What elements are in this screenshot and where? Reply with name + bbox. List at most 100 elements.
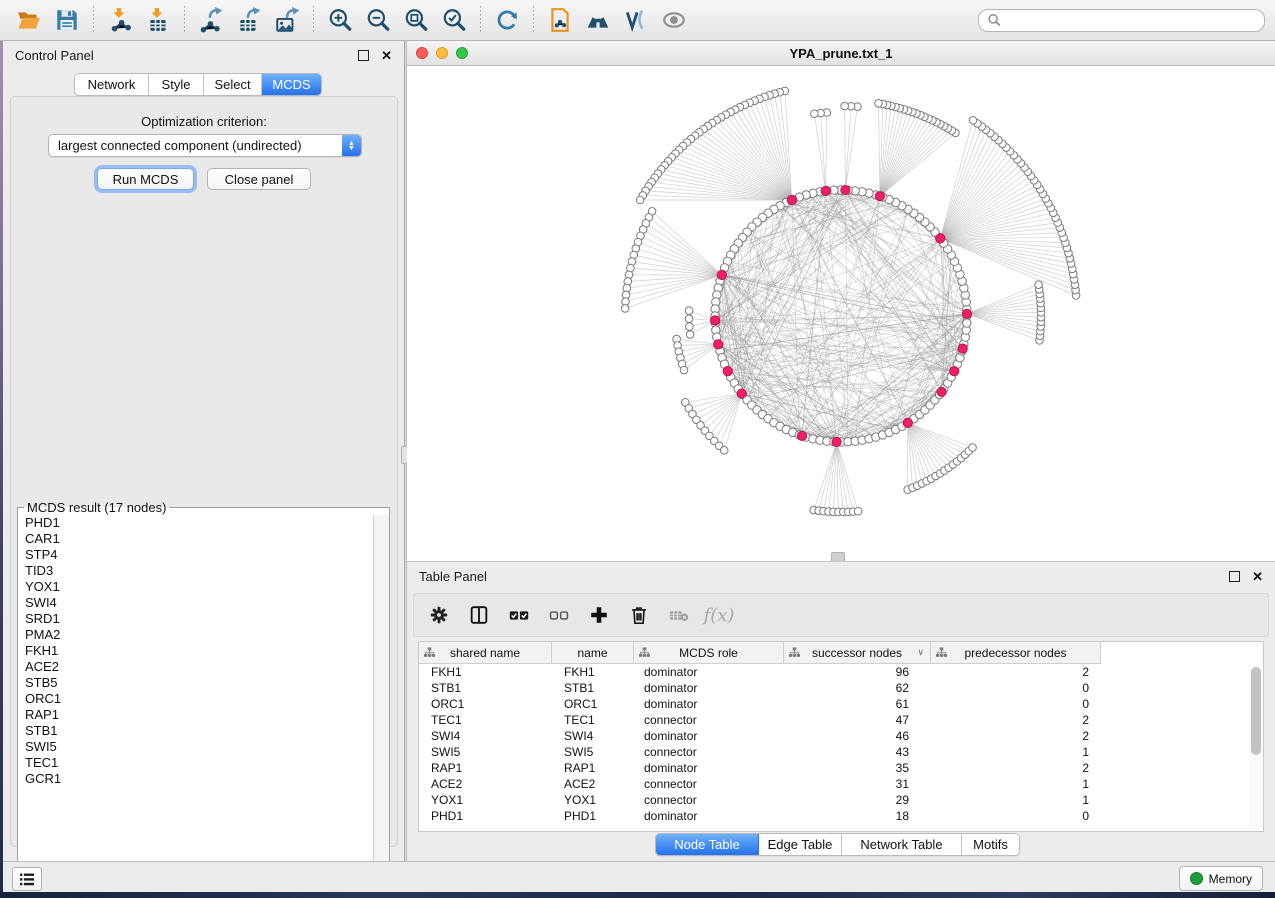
tab-style[interactable]: Style — [149, 74, 204, 95]
mcds-result-item[interactable]: ACE2 — [18, 659, 389, 675]
cell-predecessor-nodes: 2 — [931, 713, 1101, 727]
memory-button[interactable]: Memory — [1179, 866, 1263, 891]
cell-predecessor-nodes: 1 — [931, 793, 1101, 807]
table-row[interactable]: STB1STB1dominator620 — [419, 680, 1263, 696]
zoom-fit-button[interactable] — [397, 3, 435, 37]
mcds-result-item[interactable]: STP4 — [18, 547, 389, 563]
zoom-out-button[interactable] — [359, 3, 397, 37]
refresh-button[interactable] — [488, 3, 526, 37]
show-columns-button[interactable] — [466, 602, 492, 628]
cell-predecessor-nodes: 0 — [931, 809, 1101, 823]
cell-successor-nodes: 35 — [784, 761, 931, 775]
cell-name: SWI5 — [552, 745, 634, 759]
import-network-button[interactable] — [101, 3, 139, 37]
network-graph-canvas[interactable] — [407, 66, 1275, 561]
float-panel-icon[interactable] — [1229, 571, 1240, 582]
desktop-wallpaper-bottom — [0, 892, 1275, 898]
vizmap-button[interactable] — [617, 3, 655, 37]
table-row[interactable]: TEC1TEC1connector472 — [419, 712, 1263, 728]
table-row[interactable]: SWI4SWI4dominator462 — [419, 728, 1263, 744]
table-scrollbar-thumb[interactable] — [1251, 667, 1261, 755]
show-panels-menu-button[interactable] — [12, 867, 42, 891]
import-table-button[interactable] — [139, 3, 177, 37]
close-panel-icon[interactable]: ✕ — [381, 51, 392, 60]
mcds-result-item[interactable]: PHD1 — [18, 515, 389, 531]
mcds-result-item[interactable]: YOX1 — [18, 579, 389, 595]
column-header-shared-name[interactable]: shared name — [419, 642, 552, 664]
select-all-rows-button[interactable] — [506, 602, 532, 628]
table-row[interactable]: ACE2ACE2connector311 — [419, 776, 1263, 792]
cell-successor-nodes: 29 — [784, 793, 931, 807]
table-row[interactable]: FKH1FKH1dominator962 — [419, 664, 1263, 680]
save-session-button[interactable] — [48, 3, 86, 37]
table-scrollbar[interactable] — [1249, 665, 1262, 830]
tab-motifs[interactable]: Motifs — [962, 834, 1019, 855]
export-network-button[interactable] — [192, 3, 230, 37]
mcds-result-item[interactable]: RAP1 — [18, 707, 389, 723]
mcds-result-item[interactable]: FKH1 — [18, 643, 389, 659]
node-table: shared namenameMCDS rolesuccessor nodes∨… — [418, 641, 1264, 832]
column-header-predecessor-nodes[interactable]: predecessor nodes — [931, 642, 1101, 664]
mcds-result-list[interactable]: PHD1CAR1STP4TID3YOX1SWI4SRD1PMA2FKH1ACE2… — [18, 515, 389, 871]
zoom-selected-button[interactable] — [435, 3, 473, 37]
column-header-successor-nodes[interactable]: successor nodes∨ — [784, 642, 931, 664]
table-row[interactable]: YOX1YOX1connector291 — [419, 792, 1263, 808]
mcds-result-item[interactable]: GCR1 — [18, 771, 389, 787]
mcds-result-item[interactable]: CAR1 — [18, 531, 389, 547]
tab-network[interactable]: Network — [75, 74, 149, 95]
tab-network-table[interactable]: Network Table — [842, 834, 962, 855]
mcds-result-item[interactable]: SWI4 — [18, 595, 389, 611]
float-panel-icon[interactable] — [358, 50, 369, 61]
search-input[interactable] — [1001, 12, 1256, 28]
column-header-MCDS-role[interactable]: MCDS role — [634, 642, 784, 664]
table-row[interactable]: PHD1PHD1dominator180 — [419, 808, 1263, 824]
vizmap-icon — [623, 7, 649, 33]
mcds-result-item[interactable]: STB5 — [18, 675, 389, 691]
tab-edge-table[interactable]: Edge Table — [759, 834, 842, 855]
mcds-result-item[interactable]: TEC1 — [18, 755, 389, 771]
cell-name: YOX1 — [552, 793, 634, 807]
tab-select[interactable]: Select — [204, 74, 262, 95]
run-mcds-button[interactable]: Run MCDS — [97, 168, 194, 190]
mcds-result-scrollbar[interactable] — [373, 515, 389, 871]
mcds-result-item[interactable]: SRD1 — [18, 611, 389, 627]
cell-shared-name: FKH1 — [419, 665, 552, 679]
zoom-in-button[interactable] — [321, 3, 359, 37]
binoculars-icon — [585, 7, 611, 33]
toolbar-separator — [184, 6, 185, 34]
table-row[interactable]: RAP1RAP1dominator352 — [419, 760, 1263, 776]
open-file-button[interactable] — [10, 3, 48, 37]
status-bar: Memory — [3, 861, 1275, 892]
show-graphics-details-button[interactable] — [655, 3, 693, 37]
column-header-name[interactable]: name — [552, 642, 634, 664]
cell-predecessor-nodes: 0 — [931, 681, 1101, 695]
mcds-result-title: MCDS result (17 nodes) — [24, 500, 169, 515]
tab-mcds[interactable]: MCDS — [262, 74, 321, 95]
mcds-result-item[interactable]: TID3 — [18, 563, 389, 579]
table-row[interactable]: ORC1ORC1dominator610 — [419, 696, 1263, 712]
mcds-result-item[interactable]: SWI5 — [18, 739, 389, 755]
optimization-criterion-select[interactable]: largest connected component (undirected)… — [48, 134, 362, 157]
export-image-button[interactable] — [268, 3, 306, 37]
find-button[interactable] — [579, 3, 617, 37]
table-row[interactable]: SWI5SWI5connector431 — [419, 744, 1263, 760]
import-table-icon — [145, 7, 171, 33]
delete-column-button[interactable] — [626, 602, 652, 628]
close-panel-button[interactable]: Close panel — [207, 168, 311, 190]
mcds-result-item[interactable]: STB1 — [18, 723, 389, 739]
export-table-button[interactable] — [230, 3, 268, 37]
selected-criterion: largest connected component (undirected) — [49, 138, 342, 153]
mcds-result-item[interactable]: PMA2 — [18, 627, 389, 643]
new-network-from-selection-button[interactable] — [541, 3, 579, 37]
create-column-button[interactable] — [586, 602, 612, 628]
deselect-all-rows-button[interactable] — [546, 602, 572, 628]
mcds-result-item[interactable]: ORC1 — [18, 691, 389, 707]
tab-node-table[interactable]: Node Table — [656, 834, 759, 855]
zoom-out-icon — [365, 7, 391, 33]
cell-predecessor-nodes: 0 — [931, 697, 1101, 711]
import-network-icon — [107, 7, 133, 33]
close-panel-icon[interactable]: ✕ — [1252, 572, 1263, 581]
cell-name: TEC1 — [552, 713, 634, 727]
toolbar-separator — [93, 6, 94, 34]
table-settings-button[interactable] — [426, 602, 452, 628]
